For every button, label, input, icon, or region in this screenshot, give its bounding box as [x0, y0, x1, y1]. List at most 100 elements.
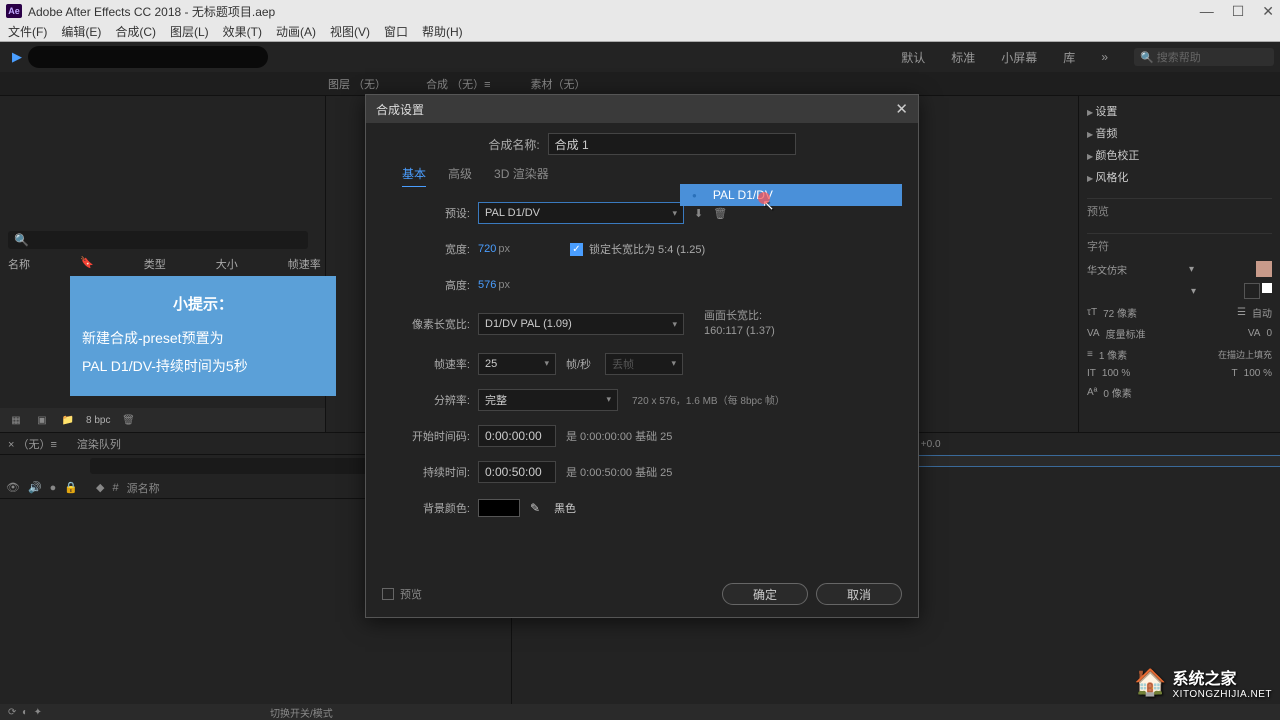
height-input[interactable]: 576 — [478, 279, 496, 291]
width-input[interactable]: 720 — [478, 243, 496, 255]
solo-icon[interactable]: ● — [50, 482, 57, 494]
comp-name-label: 合成名称: — [488, 136, 547, 153]
eye-icon[interactable]: 👁 — [6, 481, 20, 494]
tab-advanced[interactable]: 高级 — [448, 165, 472, 187]
menu-window[interactable]: 窗口 — [384, 23, 408, 40]
workspace-default[interactable]: 默认 — [901, 49, 925, 66]
hscale-icon: T — [1232, 368, 1238, 379]
hscale-input[interactable]: 100 % — [1244, 368, 1272, 379]
rp-item-presets[interactable]: 设置 — [1087, 100, 1272, 122]
col-type[interactable]: 类型 — [144, 256, 166, 272]
timeline-tab-render-queue[interactable]: 渲染队列 — [77, 436, 121, 452]
watermark: 🏠 系统之家 XITONGZHIJIA.NET — [1134, 665, 1272, 700]
workspace-standard[interactable]: 标准 — [951, 49, 975, 66]
tab-3d-renderer[interactable]: 3D 渲染器 — [494, 165, 549, 187]
font-family-dropdown[interactable]: 华文仿宋 — [1087, 262, 1127, 277]
search-help-input[interactable]: 🔍 搜索帮助 — [1134, 48, 1274, 66]
character-section: 字符 — [1087, 233, 1272, 258]
menu-file[interactable]: 文件(F) — [8, 23, 47, 40]
menu-help[interactable]: 帮助(H) — [422, 23, 463, 40]
bpc-button[interactable]: 8 bpc — [86, 415, 110, 426]
timeline-tab-none[interactable]: × （无）≡ — [8, 436, 57, 452]
font-size-input[interactable]: 72 像素 — [1103, 305, 1137, 320]
preset-dropdown-item[interactable]: PAL D1/DV — [680, 184, 902, 206]
start-timecode-input[interactable] — [478, 425, 556, 447]
col-fps[interactable]: 帧速率 — [288, 256, 321, 272]
sb-icon[interactable]: ◐ — [22, 707, 28, 718]
composition-settings-dialog: 合成设置 ✕ 合成名称: 基本 高级 3D 渲染器 预设: PAL D1/DV … — [365, 94, 919, 618]
dialog-close-button[interactable]: ✕ — [895, 100, 908, 118]
preset-save-icon[interactable]: ⬇ — [694, 207, 703, 220]
preset-dropdown[interactable]: PAL D1/DV — [478, 202, 684, 224]
par-dropdown[interactable]: D1/DV PAL (1.09) — [478, 313, 684, 335]
toolbar: ▶ 默认 标准 小屏幕 库 » 🔍 搜索帮助 — [0, 42, 1280, 72]
menu-view[interactable]: 视图(V) — [330, 23, 370, 40]
bgcolor-swatch[interactable] — [478, 499, 520, 517]
label-icon[interactable]: ◆ — [96, 481, 104, 494]
col-size[interactable]: 大小 — [216, 256, 238, 272]
eyedropper-icon[interactable]: ✎ — [530, 501, 540, 515]
kerning-input[interactable]: 度量标准 — [1106, 326, 1146, 341]
workspace-small[interactable]: 小屏幕 — [1001, 49, 1037, 66]
duration-input[interactable] — [478, 461, 556, 483]
resolution-label: 分辨率: — [392, 392, 478, 408]
tab-composition[interactable]: 合成 （无）≡ — [426, 76, 490, 92]
fps-dropdown[interactable]: 25 — [478, 353, 556, 375]
lock-aspect-checkbox[interactable]: ✓ — [570, 243, 583, 256]
minimize-button[interactable]: — — [1200, 3, 1214, 20]
comp-name-input[interactable] — [548, 133, 796, 155]
menu-layer[interactable]: 图层(L) — [170, 23, 209, 40]
kerning-icon: VA — [1087, 328, 1100, 339]
fill-color-swatch[interactable] — [1256, 261, 1272, 277]
rp-item-audio[interactable]: 音频 — [1087, 122, 1272, 144]
window-title: Adobe After Effects CC 2018 - 无标题项目.aep — [28, 3, 1200, 20]
trash-icon[interactable]: 🗑 — [120, 413, 136, 427]
tracking-input[interactable]: 0 — [1266, 328, 1272, 339]
vscale-input[interactable]: 100 % — [1102, 368, 1130, 379]
cursor-indicator: ↖ — [762, 196, 775, 214]
timeline-search-input[interactable] — [90, 458, 370, 474]
close-button[interactable]: ✕ — [1262, 3, 1274, 20]
new-folder-icon[interactable]: 📁 — [60, 413, 76, 427]
fps-label: 帧速率: — [392, 356, 478, 372]
tab-basic[interactable]: 基本 — [402, 165, 426, 187]
watermark-url: XITONGZHIJIA.NET — [1173, 689, 1273, 700]
new-comp-icon[interactable]: ▣ — [34, 413, 50, 427]
lock-icon[interactable]: 🔒 — [64, 481, 78, 494]
preview-checkbox[interactable] — [382, 588, 394, 600]
stroke-option-dropdown[interactable]: 在描边上填充 — [1218, 348, 1272, 361]
toggle-switches-button[interactable]: 切换开关/模式 — [270, 705, 333, 720]
col-name[interactable]: 名称 — [8, 256, 30, 272]
menu-effect[interactable]: 效果(T) — [223, 23, 262, 40]
rp-item-stylize[interactable]: 风格化 — [1087, 166, 1272, 188]
interpret-icon[interactable]: ▦ — [8, 413, 24, 427]
stroke-color-swatch[interactable] — [1244, 283, 1260, 299]
selection-tool-icon[interactable]: ▶ — [6, 46, 28, 68]
project-panel: 🔍 名称 🔖 类型 大小 帧速率 小提示： 新建合成-preset预置为 PAL… — [0, 96, 326, 432]
drop-frame-dropdown[interactable]: 丢帧 — [605, 353, 683, 375]
audio-icon[interactable]: 🔊 — [28, 481, 42, 494]
menu-animation[interactable]: 动画(A) — [276, 23, 316, 40]
ok-button[interactable]: 确定 — [722, 583, 808, 605]
frame-aspect-value: 160:117 (1.37) — [704, 324, 775, 339]
workspace-library[interactable]: 库 — [1063, 49, 1075, 66]
pv-zoom[interactable]: +0.0 — [921, 439, 941, 450]
menu-composition[interactable]: 合成(C) — [115, 23, 156, 40]
preset-delete-icon[interactable]: 🗑 — [713, 207, 727, 220]
rp-item-color[interactable]: 颜色校正 — [1087, 144, 1272, 166]
stroke-width-input[interactable]: 1 像素 — [1099, 347, 1127, 362]
maximize-button[interactable]: ☐ — [1232, 3, 1245, 20]
resolution-dropdown[interactable]: 完整 — [478, 389, 618, 411]
baseline-input[interactable]: 0 像素 — [1103, 385, 1131, 400]
bw-swatch[interactable] — [1262, 283, 1272, 293]
source-name-header[interactable]: 源名称 — [127, 480, 160, 496]
sb-icon[interactable]: ✦ — [34, 707, 42, 718]
leading-input[interactable]: 自动 — [1252, 305, 1272, 320]
sb-icon[interactable]: ⟳ — [8, 707, 16, 718]
cancel-button[interactable]: 取消 — [816, 583, 902, 605]
menu-edit[interactable]: 编辑(E) — [61, 23, 101, 40]
project-search-input[interactable]: 🔍 — [8, 231, 308, 249]
tab-footage[interactable]: 素材（无） — [531, 76, 586, 92]
workspace-more-icon[interactable]: » — [1101, 50, 1108, 64]
tab-layer[interactable]: 图层 （无） — [328, 76, 386, 92]
